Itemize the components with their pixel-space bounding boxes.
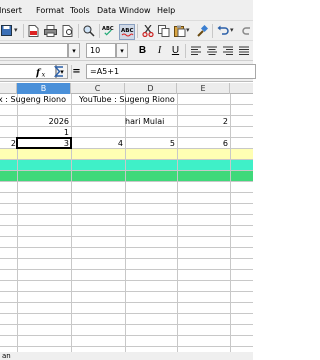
cell-d3[interactable]: hari Mulai: [125, 116, 164, 127]
justify-icon[interactable]: [237, 44, 250, 57]
cell-e5[interactable]: 6: [177, 138, 228, 149]
chevron-down-icon[interactable]: ▾: [68, 43, 80, 58]
column-header-d[interactable]: D: [125, 83, 177, 94]
redo-icon[interactable]: [240, 24, 253, 37]
column-header-c[interactable]: C: [71, 83, 125, 94]
table-row: [0, 270, 253, 281]
svg-text:ABC: ABC: [121, 28, 134, 34]
cell-a5[interactable]: 2: [0, 138, 16, 149]
align-right-icon[interactable]: [221, 44, 234, 57]
align-center-icon[interactable]: [205, 44, 218, 57]
status-text: an: [2, 352, 11, 360]
column-header-a[interactable]: [0, 83, 17, 94]
export-pdf-icon[interactable]: [27, 24, 40, 37]
column-header-f[interactable]: [230, 83, 253, 94]
table-row: [0, 292, 253, 303]
bold-icon[interactable]: B: [136, 44, 149, 57]
standard-toolbar: ▾ ABC ABC ▾ ▾: [0, 20, 253, 40]
table-row: [0, 193, 253, 204]
table-row: [0, 204, 253, 215]
table-row: [0, 336, 253, 347]
menu-window[interactable]: Window: [119, 6, 151, 15]
table-row: [0, 215, 253, 226]
cut-icon[interactable]: [141, 24, 154, 37]
table-row: [0, 226, 253, 237]
svg-text:x: x: [42, 70, 46, 77]
formula-input[interactable]: =A5+1: [86, 64, 256, 79]
column-header-b[interactable]: B: [17, 83, 71, 94]
chevron-down-icon[interactable]: ▾: [186, 26, 190, 34]
menu-bar: Insert Format Tools Data Window Help: [0, 0, 253, 20]
chevron-down-icon[interactable]: ▾: [116, 43, 128, 58]
svg-text:ABC: ABC: [102, 26, 114, 32]
table-row: [0, 259, 253, 270]
table-row: [0, 325, 253, 336]
cell-d5[interactable]: 5: [125, 138, 175, 149]
status-bar: an: [0, 352, 253, 360]
align-left-icon[interactable]: [189, 44, 202, 57]
paste-icon[interactable]: [173, 24, 186, 37]
table-row: [0, 314, 253, 325]
menu-tools[interactable]: Tools: [70, 6, 90, 15]
menu-help[interactable]: Help: [157, 6, 175, 15]
table-row: [0, 160, 253, 171]
cell-c1[interactable]: YouTube : Sugeng Riono: [79, 94, 175, 105]
table-row: [0, 149, 253, 160]
column-header-row: B C D E: [0, 83, 253, 94]
clone-formatting-icon[interactable]: [195, 24, 208, 37]
print-preview-icon[interactable]: [61, 24, 74, 37]
underline-icon[interactable]: U: [169, 44, 182, 57]
cell-e3[interactable]: 2: [177, 116, 228, 127]
menu-format[interactable]: Format: [36, 6, 64, 15]
undo-icon[interactable]: [216, 24, 229, 37]
table-row: [0, 105, 253, 116]
find-replace-icon[interactable]: [82, 24, 95, 37]
spellcheck-icon[interactable]: ABC: [102, 24, 115, 37]
formula-bar: ▾ fx = =A5+1: [0, 60, 256, 82]
table-row: [0, 237, 253, 248]
active-cell-cursor: [16, 137, 72, 149]
chevron-down-icon[interactable]: ▾: [230, 26, 234, 34]
cell-b3[interactable]: 2026: [17, 116, 69, 127]
autospellcheck-icon[interactable]: ABC: [119, 24, 135, 40]
table-row: [0, 281, 253, 292]
italic-icon[interactable]: I: [153, 44, 166, 57]
table-row: [0, 248, 253, 259]
column-header-e[interactable]: E: [177, 83, 230, 94]
print-icon[interactable]: [44, 24, 57, 37]
save-icon[interactable]: [0, 24, 13, 37]
cell-c5[interactable]: 4: [71, 138, 123, 149]
equals-icon[interactable]: =: [70, 65, 83, 78]
chevron-down-icon[interactable]: ▾: [14, 26, 18, 34]
copy-icon[interactable]: [157, 24, 170, 37]
cell-a1[interactable]: x : Sugeng Riono: [0, 94, 66, 105]
table-row: [0, 171, 253, 182]
spreadsheet-grid[interactable]: x : Sugeng Riono YouTube : Sugeng Riono …: [0, 94, 253, 352]
menu-insert[interactable]: Insert: [0, 6, 22, 15]
table-row: [0, 303, 253, 314]
font-name-box[interactable]: [0, 43, 68, 58]
menu-data[interactable]: Data: [97, 6, 116, 15]
function-wizard-icon-glyph: fx: [36, 65, 49, 78]
formatting-toolbar: ▾ 10 ▾ B I U: [0, 40, 253, 60]
table-row: [0, 182, 253, 193]
font-size-box[interactable]: 10: [86, 43, 116, 58]
sum-icon[interactable]: [53, 65, 66, 78]
